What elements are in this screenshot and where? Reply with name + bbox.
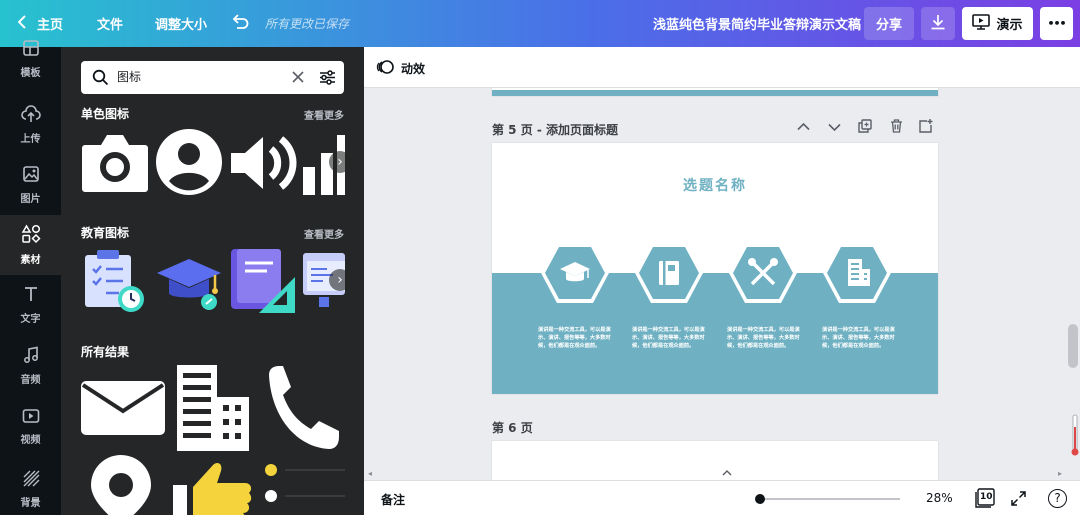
search-icon xyxy=(92,69,109,89)
desc-text-4[interactable]: 演讲是一种交流工具，可以是演示、演讲、报告等等，大多数时候，他们都是在观众面前。 xyxy=(822,326,898,350)
page-4-band xyxy=(492,90,938,96)
section-title-mono-icons: 单色图标 xyxy=(81,107,130,121)
see-more-education-icons[interactable]: 查看更多 xyxy=(304,226,344,241)
bullet-list-icon[interactable] xyxy=(261,461,345,508)
animate-button[interactable]: 动效 xyxy=(401,60,425,77)
text-icon xyxy=(22,285,40,306)
zoom-slider-track[interactable] xyxy=(760,498,900,500)
zoom-value[interactable]: 28% xyxy=(926,491,953,505)
page-5-slide[interactable]: 选题名称 演讲是一种交流工具，可以是演示、演讲、报告等等，大多数时候，他们都是在… xyxy=(492,143,938,394)
scroll-right-mono-icons[interactable]: › xyxy=(329,151,351,173)
scroll-up-chevron-icon[interactable] xyxy=(722,466,732,480)
hex-graduation[interactable] xyxy=(540,242,610,304)
autosave-status: 所有更改已保存 xyxy=(265,17,350,31)
download-icon xyxy=(930,14,946,34)
elements-panel: 图标 单色图标 查看更多 › 教育图标 查看更多 › 所有结果 xyxy=(61,47,364,515)
search-input[interactable]: 图标 xyxy=(117,68,141,85)
user-avatar-icon[interactable] xyxy=(155,129,223,198)
book-ruler-icon[interactable] xyxy=(229,245,297,318)
present-label: 演示 xyxy=(996,18,1023,33)
rail-item-text[interactable]: 文字 xyxy=(0,275,61,335)
resize-menu[interactable]: 调整大小 xyxy=(155,0,207,47)
elements-icon xyxy=(21,224,41,247)
animate-icon[interactable] xyxy=(376,59,394,78)
upload-icon xyxy=(20,105,41,126)
share-button[interactable]: 分享 xyxy=(864,7,914,40)
thumbs-up-icon[interactable] xyxy=(173,457,253,515)
canvas-workspace: 第 5 页 - 添加页面标题 选题名称 演讲是一种交流工具，可以是演示、演讲、报… xyxy=(364,88,1080,480)
rail-item-photos[interactable]: 图片 xyxy=(0,155,61,215)
zoom-slider-knob[interactable] xyxy=(755,494,765,504)
envelope-icon[interactable] xyxy=(81,381,165,438)
fullscreen-icon[interactable] xyxy=(1011,491,1026,509)
page-6-label[interactable]: 第 6 页 xyxy=(492,419,533,436)
rail-item-audio[interactable]: 音频 xyxy=(0,336,61,396)
location-pin-icon[interactable] xyxy=(89,455,153,515)
camera-icon[interactable] xyxy=(81,131,149,196)
delete-page-icon[interactable] xyxy=(890,119,903,137)
horizontal-scrollbar[interactable]: ◂ ▸ xyxy=(364,466,1080,480)
hex-book[interactable] xyxy=(634,242,704,304)
search-box[interactable]: 图标 xyxy=(81,61,344,94)
desc-text-3[interactable]: 演讲是一种交流工具，可以是演示、演讲、报告等等，大多数时候，他们都是在观众面前。 xyxy=(727,326,803,350)
filter-icon[interactable] xyxy=(319,69,336,89)
more-options-button[interactable]: ••• xyxy=(1040,7,1073,40)
page-thermometer-indicator xyxy=(1070,413,1080,457)
hex-tools[interactable] xyxy=(728,242,798,304)
see-more-mono-icons[interactable]: 查看更多 xyxy=(304,107,344,122)
page-4-card[interactable] xyxy=(492,88,938,96)
page-5-label[interactable]: 第 5 页 - 添加页面标题 xyxy=(492,121,618,138)
hex-building[interactable] xyxy=(822,242,892,304)
present-button[interactable]: 演示 xyxy=(962,7,1033,40)
undo-icon xyxy=(231,13,249,34)
file-menu[interactable]: 文件 xyxy=(97,0,123,47)
download-button[interactable] xyxy=(921,7,955,40)
desc-text-2[interactable]: 演讲是一种交流工具，可以是演示、演讲、报告等等，大多数时候，他们都是在观众面前。 xyxy=(632,326,708,350)
notes-button[interactable]: 备注 xyxy=(381,491,405,508)
phone-icon[interactable] xyxy=(265,365,341,454)
editor-toolbar: 动效 xyxy=(364,47,1080,88)
speaker-volume-icon[interactable] xyxy=(229,131,297,198)
background-icon xyxy=(22,469,40,490)
template-icon xyxy=(22,39,40,60)
scroll-left-icon[interactable]: ◂ xyxy=(368,469,372,478)
office-building-icon[interactable] xyxy=(177,365,249,454)
clear-search-icon[interactable] xyxy=(292,71,304,86)
add-page-icon[interactable] xyxy=(919,118,933,137)
vertical-scrollbar[interactable] xyxy=(1068,324,1078,368)
rail-item-video[interactable]: 视频 xyxy=(0,397,61,457)
top-bar: 主页 文件 调整大小 所有更改已保存 浅蓝纯色背景简约毕业答辩演示文稿 分享 演… xyxy=(0,0,1080,47)
help-icon: ? xyxy=(1054,491,1061,505)
scroll-right-icon[interactable]: ▸ xyxy=(1058,469,1062,478)
rail-item-background[interactable]: 背景 xyxy=(0,459,61,515)
rail-item-templates[interactable]: 模板 xyxy=(0,29,61,89)
section-title-all-results: 所有结果 xyxy=(81,345,130,359)
duplicate-page-icon[interactable] xyxy=(858,119,872,137)
page-count: 10 xyxy=(980,492,993,502)
rail-item-elements[interactable]: 素材 xyxy=(0,215,61,275)
slide-title[interactable]: 选题名称 xyxy=(492,175,938,195)
move-page-down-icon[interactable] xyxy=(828,121,841,136)
graduation-cap-thumb-icon[interactable] xyxy=(155,249,223,316)
clipboard-clock-icon[interactable] xyxy=(81,247,149,318)
video-icon xyxy=(22,408,40,427)
desc-text-1[interactable]: 演讲是一种交流工具，可以是演示、演讲、报告等等，大多数时候，他们都是在观众面前。 xyxy=(538,326,614,350)
rail-item-uploads[interactable]: 上传 xyxy=(0,95,61,155)
undo-button[interactable] xyxy=(231,0,249,47)
help-button[interactable]: ? xyxy=(1048,489,1067,508)
present-icon xyxy=(972,13,991,34)
left-navigation-rail: 模板 上传 图片 素材 文字 音频 视频 背景 xyxy=(0,40,61,515)
bottom-bar: 备注 28% 10 ? xyxy=(364,480,1080,515)
document-title[interactable]: 浅蓝纯色背景简约毕业答辩演示文稿 xyxy=(653,0,861,47)
page-count-button[interactable]: 10 xyxy=(975,488,995,508)
book-icon xyxy=(659,261,679,285)
section-title-education-icons: 教育图标 xyxy=(81,226,130,240)
music-icon xyxy=(22,346,40,367)
scroll-right-education-icons[interactable]: › xyxy=(329,269,351,291)
move-page-up-icon[interactable] xyxy=(797,120,810,135)
image-icon xyxy=(22,165,40,186)
